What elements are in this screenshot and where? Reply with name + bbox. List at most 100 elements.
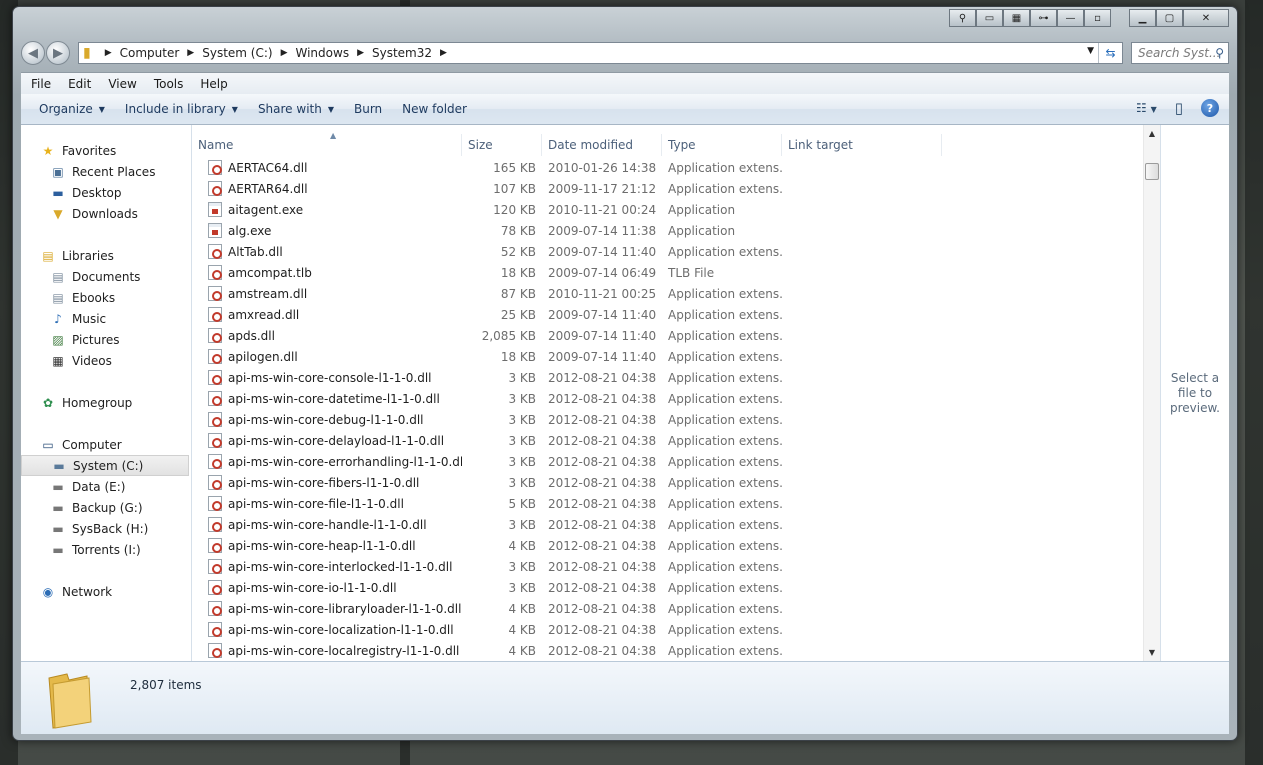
- forward-button[interactable]: ▶: [46, 41, 70, 65]
- share-with-button[interactable]: Share with ▼: [248, 102, 344, 116]
- refresh-icon[interactable]: ⇆: [1098, 43, 1122, 63]
- breadcrumb-windows[interactable]: Windows ▶: [296, 46, 373, 60]
- file-date-cell: 2012-08-21 04:38: [548, 475, 657, 490]
- organize-button[interactable]: Organize ▼: [29, 102, 115, 116]
- file-row[interactable]: api-ms-win-core-io-l1-1-0.dll 3 KB 2012-08…: [192, 577, 1143, 598]
- nav-videos[interactable]: ▦ Videos: [21, 350, 191, 371]
- tool-icon-1[interactable]: ⚲: [949, 9, 976, 27]
- preview-pane: Select a file to preview.: [1160, 125, 1229, 661]
- scroll-thumb[interactable]: [1145, 163, 1159, 180]
- file-row[interactable]: api-ms-win-core-heap-l1-1-0.dll 4 KB 2012-…: [192, 535, 1143, 556]
- nav-homegroup[interactable]: ✿ Homegroup: [21, 392, 191, 413]
- nav-recent-places[interactable]: ▣ Recent Places: [21, 161, 191, 182]
- tool-icon-6[interactable]: ▫: [1084, 9, 1111, 27]
- file-row[interactable]: api-ms-win-core-console-l1-1-0.dll 3 KB 20…: [192, 367, 1143, 388]
- file-row[interactable]: aitagent.exe 120 KB 2010-11-21 00:24 Applic…: [192, 199, 1143, 220]
- breadcrumb-system32[interactable]: System32 ▶: [372, 46, 455, 60]
- item-count: 2,807 items: [130, 678, 202, 692]
- view-options-icon[interactable]: ☷ ▼: [1136, 101, 1157, 115]
- nav-pictures[interactable]: ▨ Pictures: [21, 329, 191, 350]
- file-row[interactable]: amstream.dll 87 KB 2010-11-21 00:25 Applica…: [192, 283, 1143, 304]
- file-row[interactable]: alg.exe 78 KB 2009-07-14 11:38 Application: [192, 220, 1143, 241]
- back-button[interactable]: ◀: [21, 41, 45, 65]
- caption-buttons: ⚲ ▭ ▦ ⊶ — ▫ ▁ ▢ ✕: [949, 9, 1229, 27]
- file-row[interactable]: api-ms-win-core-localregistry-l1-1-0.dll…: [192, 640, 1143, 661]
- menu-view[interactable]: View: [108, 77, 136, 91]
- file-row[interactable]: api-ms-win-core-localization-l1-1-0.dll 4…: [192, 619, 1143, 640]
- nav-network[interactable]: ◉ Network: [21, 581, 191, 602]
- nav-sysback-h[interactable]: ▬ SysBack (H:): [21, 518, 191, 539]
- file-row[interactable]: api-ms-win-core-interlocked-l1-1-0.dll 3 …: [192, 556, 1143, 577]
- column-date-modified[interactable]: Date modified: [542, 133, 662, 156]
- vertical-scrollbar[interactable]: ▲ ▼: [1143, 125, 1160, 661]
- search-input[interactable]: Search Syst... ⚲: [1131, 42, 1229, 64]
- tool-icon-5[interactable]: —: [1057, 9, 1084, 27]
- tool-icon-2[interactable]: ▭: [976, 9, 1003, 27]
- file-row[interactable]: AERTAC64.dll 165 KB 2010-01-26 14:38 Applic…: [192, 157, 1143, 178]
- nav-libraries[interactable]: ▤ Libraries: [21, 245, 191, 266]
- file-row[interactable]: api-ms-win-core-fibers-l1-1-0.dll 3 KB 201…: [192, 472, 1143, 493]
- address-dropdown-icon[interactable]: ▼: [1087, 46, 1094, 56]
- include-in-library-button[interactable]: Include in library ▼: [115, 102, 248, 116]
- close-button[interactable]: ✕: [1183, 9, 1229, 27]
- burn-button[interactable]: Burn: [344, 102, 392, 116]
- minimize-button[interactable]: ▁: [1129, 9, 1156, 27]
- file-row[interactable]: amxread.dll 25 KB 2009-07-14 11:40 Applicat…: [192, 304, 1143, 325]
- nav-ebooks[interactable]: ▤ Ebooks: [21, 287, 191, 308]
- file-date-cell: 2009-07-14 11:40: [548, 328, 657, 343]
- file-row[interactable]: AERTAR64.dll 107 KB 2009-11-17 21:12 Applic…: [192, 178, 1143, 199]
- nav-favorites[interactable]: ★ Favorites: [21, 140, 191, 161]
- column-name[interactable]: Name: [192, 133, 462, 156]
- file-row[interactable]: api-ms-win-core-debug-l1-1-0.dll 3 KB 2012…: [192, 409, 1143, 430]
- menu-edit[interactable]: Edit: [68, 77, 91, 91]
- nav-computer[interactable]: ▭ Computer: [21, 434, 191, 455]
- nav-backup-g[interactable]: ▬ Backup (G:): [21, 497, 191, 518]
- preview-pane-icon[interactable]: ▯: [1175, 99, 1183, 117]
- nav-system-c[interactable]: ▬ System (C:): [21, 455, 189, 476]
- breadcrumb-computer[interactable]: Computer ▶: [120, 46, 203, 60]
- nav-desktop[interactable]: ▬ Desktop: [21, 182, 191, 203]
- nav-music[interactable]: ♪ Music: [21, 308, 191, 329]
- nav-torrents-i[interactable]: ▬ Torrents (I:): [21, 539, 191, 560]
- menu-tools[interactable]: Tools: [154, 77, 184, 91]
- file-row[interactable]: api-ms-win-core-datetime-l1-1-0.dll 3 KB 2…: [192, 388, 1143, 409]
- new-folder-button[interactable]: New folder: [392, 102, 477, 116]
- file-date-cell: 2009-07-14 11:38: [548, 223, 657, 238]
- menu-help[interactable]: Help: [200, 77, 227, 91]
- file-size-cell: 3 KB: [508, 580, 536, 595]
- maximize-button[interactable]: ▢: [1156, 9, 1183, 27]
- file-row[interactable]: apilogen.dll 18 KB 2009-07-14 11:40 Applica…: [192, 346, 1143, 367]
- file-row[interactable]: api-ms-win-core-libraryloader-l1-1-0.dll…: [192, 598, 1143, 619]
- help-icon[interactable]: ?: [1201, 99, 1219, 117]
- nav-downloads[interactable]: ▼ Downloads: [21, 203, 191, 224]
- dll-file-icon: [208, 517, 222, 532]
- nav-data-e[interactable]: ▬ Data (E:): [21, 476, 191, 497]
- drive-icon: ▬: [52, 542, 64, 557]
- tool-icon-3[interactable]: ▦: [1003, 9, 1030, 27]
- file-row[interactable]: apds.dll 2,085 KB 2009-07-14 11:40 Applicat…: [192, 325, 1143, 346]
- menu-file[interactable]: File: [31, 77, 51, 91]
- column-link-target[interactable]: Link target: [782, 133, 942, 156]
- sort-ascending-icon: ▲: [330, 131, 337, 140]
- file-row[interactable]: api-ms-win-core-errorhandling-l1-1-0.dll…: [192, 451, 1143, 472]
- file-row[interactable]: api-ms-win-core-handle-l1-1-0.dll 3 KB 201…: [192, 514, 1143, 535]
- search-icon[interactable]: ⚲: [1215, 46, 1224, 60]
- file-size-cell: 52 KB: [500, 244, 536, 259]
- file-type-cell: Application extens...: [668, 433, 782, 448]
- file-row[interactable]: api-ms-win-core-delayload-l1-1-0.dll 3 KB…: [192, 430, 1143, 451]
- address-field[interactable]: ▮ ▶ Computer ▶ System (C:) ▶ Windows ▶ Syst…: [78, 42, 1123, 64]
- scroll-down-icon[interactable]: ▼: [1144, 644, 1160, 661]
- breadcrumb-system[interactable]: System (C:) ▶: [202, 46, 295, 60]
- tool-icon-4[interactable]: ⊶: [1030, 9, 1057, 27]
- scroll-up-icon[interactable]: ▲: [1144, 125, 1160, 142]
- file-name-cell: api-ms-win-core-errorhandling-l1-1-0.dll: [192, 454, 462, 469]
- file-row[interactable]: api-ms-win-core-file-l1-1-0.dll 5 KB 2012-…: [192, 493, 1143, 514]
- column-size[interactable]: Size: [462, 133, 542, 156]
- folder-icon: [48, 673, 92, 729]
- column-header-row: ▲ Name Size Date modified Type Link targ…: [192, 131, 1143, 156]
- nav-documents[interactable]: ▤ Documents: [21, 266, 191, 287]
- file-size-cell: 3 KB: [508, 454, 536, 469]
- file-row[interactable]: AltTab.dll 52 KB 2009-07-14 11:40 Applicati…: [192, 241, 1143, 262]
- file-row[interactable]: amcompat.tlb 18 KB 2009-07-14 06:49 TLB Fil…: [192, 262, 1143, 283]
- column-type[interactable]: Type: [662, 133, 782, 156]
